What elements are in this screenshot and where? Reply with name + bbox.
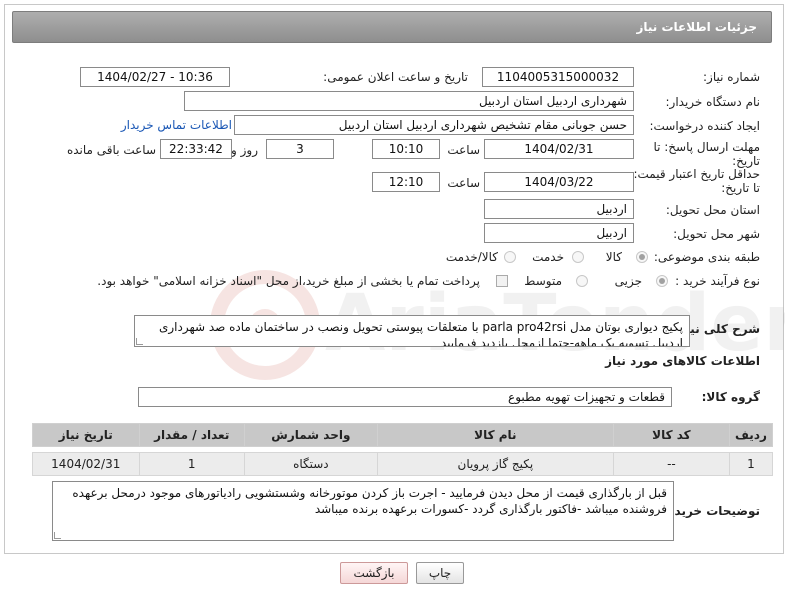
cell-goods-name: پکیج گاز پرویان [376, 452, 614, 476]
category-radio-service[interactable] [572, 251, 584, 263]
buyer-org-field[interactable]: شهرداری اردبیل استان اردبیل [184, 91, 634, 111]
column-header-goods-code: کد کالا [612, 423, 730, 447]
validity-time-label: ساعت [447, 176, 480, 190]
goods-group-label: گروه کالا: [701, 390, 760, 404]
goods-group-field[interactable]: قطعات و تجهیزات تهویه مطبوع [138, 387, 672, 407]
buyer-org-label: نام دستگاه خریدار: [665, 95, 761, 109]
page-title: جزئیات اطلاعات نیاز [636, 20, 757, 34]
table-row[interactable]: 1 -- پکیج گاز پرویان دستگاه 1 1404/02/31 [32, 452, 774, 476]
city-label: شهر محل تحویل: [673, 227, 760, 241]
column-header-row-number: ردیف [728, 423, 774, 447]
process-type-label: نوع فرآیند خرید : [675, 274, 760, 288]
buyer-notes-text: قبل از بارگذاری قیمت از محل دیدن فرمایید… [72, 486, 667, 516]
process-radio-medium[interactable] [576, 275, 588, 287]
category-option-service: خدمت [532, 250, 564, 264]
column-header-goods-name: نام کالا [376, 423, 614, 447]
category-radio-goods[interactable] [636, 251, 648, 263]
table-header-row: ردیف کد کالا نام کالا واحد شمارش تعداد /… [32, 423, 774, 447]
cell-unit: دستگاه [243, 452, 378, 476]
creator-field[interactable]: حسن جوبانی مقام تشخیص شهرداری اردبیل است… [234, 115, 634, 135]
process-option-medium: متوسط [524, 274, 562, 288]
creator-label: ایجاد کننده درخواست: [649, 119, 760, 133]
remaining-time-field[interactable]: 22:33:42 [160, 139, 232, 159]
resize-grip-icon[interactable] [136, 338, 143, 345]
province-label: استان محل تحویل: [665, 203, 760, 217]
buyer-contact-link[interactable]: اطلاعات تماس خریدار [121, 118, 232, 132]
validity-date-field[interactable]: 1404/03/22 [484, 172, 634, 192]
buyer-notes-textarea[interactable]: قبل از بارگذاری قیمت از محل دیدن فرمایید… [52, 481, 674, 541]
treasury-payment-checkbox[interactable] [496, 275, 508, 287]
deadline-date-field[interactable]: 1404/02/31 [484, 139, 634, 159]
page-header: جزئیات اطلاعات نیاز [12, 11, 772, 43]
description-text: پکیج دیواری بوتان مدل parla pro42rsi با … [158, 320, 683, 347]
column-header-unit: واحد شمارش [243, 423, 378, 447]
print-button[interactable]: چاپ [416, 562, 464, 584]
deadline-label: مهلت ارسال پاسخ: تا [653, 140, 760, 154]
back-button[interactable]: بازگشت [340, 562, 408, 584]
cell-row-number: 1 [728, 452, 774, 476]
column-header-quantity: تعداد / مقدار [138, 423, 245, 447]
description-textarea[interactable]: پکیج دیواری بوتان مدل parla pro42rsi با … [134, 315, 690, 347]
need-number-field[interactable]: 1104005315000032 [482, 67, 634, 87]
validity-date-label: تا تاریخ: [721, 181, 760, 195]
category-option-goods: کالا [605, 250, 622, 264]
remaining-time-label: ساعت باقی مانده [66, 143, 156, 157]
deadline-time-field[interactable]: 10:10 [372, 139, 440, 159]
province-field[interactable]: اردبیل [484, 199, 634, 219]
process-radio-minor[interactable] [656, 275, 668, 287]
treasury-payment-note: پرداخت تمام یا بخشی از مبلغ خرید،از محل … [97, 274, 480, 288]
cell-quantity: 1 [138, 452, 245, 476]
deadline-time-label: ساعت [447, 143, 480, 157]
goods-info-title: اطلاعات کالاهای مورد نیاز [605, 354, 760, 368]
goods-table: ردیف کد کالا نام کالا واحد شمارش تعداد /… [32, 423, 774, 476]
announce-date-label: تاریخ و ساعت اعلان عمومی: [323, 70, 468, 84]
process-option-minor: جزیی [614, 274, 642, 288]
category-label: طبقه بندی موضوعی: [653, 250, 760, 264]
announce-date-field[interactable]: 1404/02/27 - 10:36 [80, 67, 230, 87]
need-number-label: شماره نیاز: [703, 70, 760, 84]
cell-goods-code: -- [612, 452, 730, 476]
category-radio-goods-service[interactable] [504, 251, 516, 263]
cell-need-date: 1404/02/31 [32, 452, 140, 476]
resize-grip-icon[interactable] [54, 532, 61, 539]
deadline-date-label: تاریخ: [732, 154, 760, 168]
city-field[interactable]: اردبیل [484, 223, 634, 243]
column-header-need-date: تاریخ نیاز [32, 423, 140, 447]
validity-time-field[interactable]: 12:10 [372, 172, 440, 192]
days-label: روز و [231, 143, 258, 157]
category-option-goods-service: کالا/خدمت [445, 250, 498, 264]
validity-label: حداقل تاریخ اعتبار قیمت: [633, 167, 760, 181]
days-remaining-field[interactable]: 3 [266, 139, 334, 159]
